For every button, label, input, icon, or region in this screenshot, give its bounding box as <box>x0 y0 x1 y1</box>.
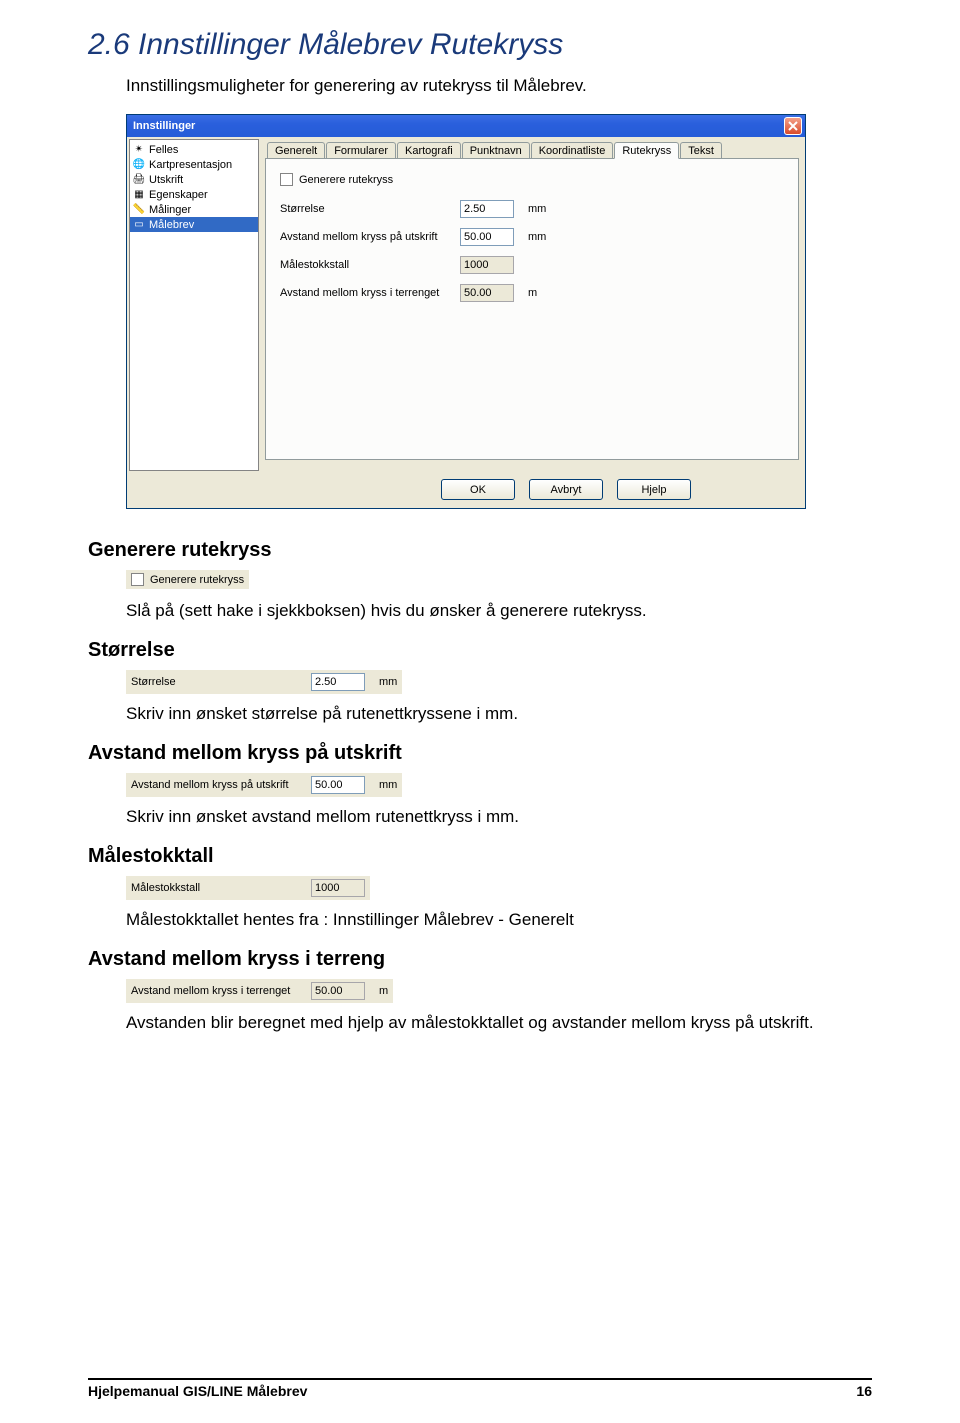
snippet-scale: Målestokkstall <box>126 876 370 900</box>
dist-terrain-label: Avstand mellom kryss i terrenget <box>280 287 460 299</box>
cancel-button[interactable]: Avbryt <box>529 479 603 500</box>
settings-dialog: Innstillinger ✴Felles 🌐Kartpresentasjon … <box>126 114 806 509</box>
dist-terrain-input <box>460 284 514 302</box>
tab-kartografi[interactable]: Kartografi <box>397 142 461 159</box>
doc-icon: ▭ <box>132 218 146 232</box>
ruler-icon: 📏 <box>132 203 146 217</box>
footer-right: 16 <box>856 1383 872 1399</box>
tab-punktnavn[interactable]: Punktnavn <box>462 142 530 159</box>
section-text-dist-terrain: Avstanden blir beregnet med hjelp av mål… <box>126 1013 872 1033</box>
footer-left: Hjelpemanual GIS/LINE Målebrev <box>88 1383 307 1399</box>
tab-tekst[interactable]: Tekst <box>680 142 722 159</box>
dist-terrain-unit-snippet: m <box>379 985 388 997</box>
printer-icon: 🖨 <box>132 173 146 187</box>
dialog-titlebar: Innstillinger <box>127 115 805 137</box>
size-label-snippet: Størrelse <box>131 676 311 688</box>
snippet-size: Størrelse mm <box>126 670 402 694</box>
sidebar-item-kartpresentasjon[interactable]: 🌐Kartpresentasjon <box>130 157 258 172</box>
size-unit: mm <box>528 203 546 215</box>
section-text-generate: Slå på (sett hake i sjekkboksen) hvis du… <box>126 601 872 621</box>
sidebar-item-malebrev[interactable]: ▭Målebrev <box>130 217 258 232</box>
scale-label-snippet: Målestokkstall <box>131 882 311 894</box>
scale-input <box>460 256 514 274</box>
section-heading-generate: Generere rutekryss <box>88 539 872 562</box>
dist-print-unit: mm <box>528 231 546 243</box>
dist-print-input[interactable] <box>460 228 514 246</box>
tab-koordinatliste[interactable]: Koordinatliste <box>531 142 614 159</box>
section-heading-scale: Målestokktall <box>88 845 872 868</box>
dist-terrain-label-snippet: Avstand mellom kryss i terrenget <box>131 985 311 997</box>
sidebar-item-label: Egenskaper <box>149 189 208 201</box>
settings-sidebar: ✴Felles 🌐Kartpresentasjon 🖨Utskrift ▦Ege… <box>129 139 259 471</box>
help-button[interactable]: Hjelp <box>617 479 691 500</box>
tab-generelt[interactable]: Generelt <box>267 142 325 159</box>
tab-rutekryss[interactable]: Rutekryss <box>614 142 679 159</box>
section-text-size: Skriv inn ønsket størrelse på rutenettkr… <box>126 704 872 724</box>
ok-button[interactable]: OK <box>441 479 515 500</box>
table-icon: ▦ <box>132 188 146 202</box>
intro-text: Innstillingsmuligheter for generering av… <box>126 76 872 96</box>
sidebar-item-label: Utskrift <box>149 174 183 186</box>
tab-formularer[interactable]: Formularer <box>326 142 396 159</box>
sidebar-item-label: Målebrev <box>149 219 194 231</box>
section-text-scale: Målestokktallet hentes fra : Innstilling… <box>126 910 872 930</box>
size-input[interactable] <box>460 200 514 218</box>
close-icon[interactable] <box>784 117 802 135</box>
generate-checkbox-label-snippet: Generere rutekryss <box>150 574 244 586</box>
tab-bar: Generelt Formularer Kartografi Punktnavn… <box>265 141 799 158</box>
size-unit-snippet: mm <box>379 676 397 688</box>
size-label: Størrelse <box>280 203 460 215</box>
section-heading-dist-print: Avstand mellom kryss på utskrift <box>88 742 872 765</box>
snippet-dist-terrain: Avstand mellom kryss i terrenget m <box>126 979 393 1003</box>
generate-checkbox-label: Generere rutekryss <box>299 174 393 186</box>
dist-print-label: Avstand mellom kryss på utskrift <box>280 231 460 243</box>
dist-print-input-snippet[interactable] <box>311 776 365 794</box>
dist-print-label-snippet: Avstand mellom kryss på utskrift <box>131 779 311 791</box>
section-heading-dist-terrain: Avstand mellom kryss i terreng <box>88 948 872 971</box>
sidebar-item-label: Felles <box>149 144 178 156</box>
sidebar-item-utskrift[interactable]: 🖨Utskrift <box>130 172 258 187</box>
sidebar-item-label: Målinger <box>149 204 191 216</box>
dist-terrain-input-snippet <box>311 982 365 1000</box>
page-footer: Hjelpemanual GIS/LINE Målebrev 16 <box>88 1378 872 1399</box>
section-text-dist-print: Skriv inn ønsket avstand mellom rutenett… <box>126 807 872 827</box>
sidebar-item-felles[interactable]: ✴Felles <box>130 142 258 157</box>
scale-label: Målestokkstall <box>280 259 460 271</box>
scale-input-snippet <box>311 879 365 897</box>
dist-print-unit-snippet: mm <box>379 779 397 791</box>
generate-checkbox-snippet[interactable] <box>131 573 144 586</box>
page-title: 2.6 Innstillinger Målebrev Rutekryss <box>88 28 872 62</box>
globe-icon: 🌐 <box>132 158 146 172</box>
dialog-title: Innstillinger <box>133 120 195 132</box>
dist-terrain-unit: m <box>528 287 537 299</box>
tab-content-rutekryss: Generere rutekryss Størrelse mm Avstand … <box>265 158 799 460</box>
star-icon: ✴ <box>132 143 146 157</box>
snippet-generate: Generere rutekryss <box>126 570 249 589</box>
size-input-snippet[interactable] <box>311 673 365 691</box>
snippet-dist-print: Avstand mellom kryss på utskrift mm <box>126 773 402 797</box>
generate-checkbox[interactable] <box>280 173 293 186</box>
sidebar-item-label: Kartpresentasjon <box>149 159 232 171</box>
section-heading-size: Størrelse <box>88 639 872 662</box>
sidebar-item-malinger[interactable]: 📏Målinger <box>130 202 258 217</box>
sidebar-item-egenskaper[interactable]: ▦Egenskaper <box>130 187 258 202</box>
